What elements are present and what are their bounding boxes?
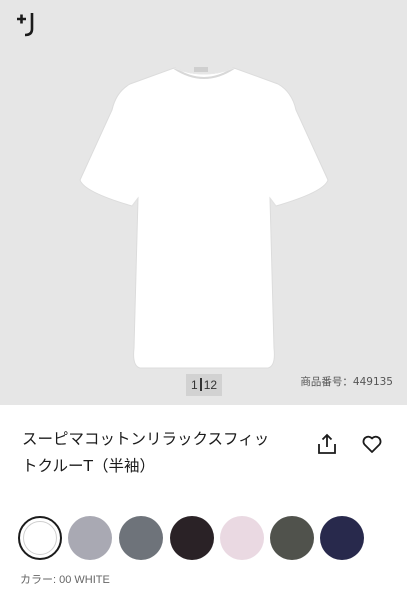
color-swatch-black[interactable] xyxy=(170,516,214,560)
product-title-area: スーピマコットンリラックスフィッ トクルーT（半袖） xyxy=(22,426,294,480)
color-swatch-olive[interactable] xyxy=(270,516,314,560)
item-number-label: 商品番号： xyxy=(300,376,353,388)
pager-separator xyxy=(199,378,202,391)
color-swatch-pink[interactable] xyxy=(220,516,264,560)
color-swatch-white[interactable] xyxy=(18,516,62,560)
item-number: 商品番号：449135 xyxy=(300,375,393,389)
color-swatch-list xyxy=(18,516,398,562)
color-swatch-navy[interactable] xyxy=(320,516,364,560)
pager-total: 12 xyxy=(203,378,218,392)
selected-color-label: カラー: 00 WHITE xyxy=(20,574,110,586)
item-number-value: 449135 xyxy=(352,376,393,388)
pager-current: 1 xyxy=(191,378,198,392)
product-title-line-1: スーピマコットンリラックスフィッ xyxy=(22,430,270,448)
image-pager: 1 12 xyxy=(186,374,223,396)
color-swatch-dark-gray[interactable] xyxy=(119,516,163,560)
share-button[interactable] xyxy=(315,432,339,456)
product-image xyxy=(79,67,329,369)
product-image-gallery[interactable]: 1 12 商品番号：449135 xyxy=(0,0,407,405)
color-swatch-gray[interactable] xyxy=(68,516,112,560)
share-icon xyxy=(318,433,336,454)
plus-j-logo-icon xyxy=(17,13,34,37)
color-swatch-white-fill xyxy=(23,521,57,555)
product-title-line-2: トクルーT（半袖） xyxy=(22,457,156,475)
heart-icon xyxy=(362,435,382,453)
favorite-button[interactable] xyxy=(360,432,384,456)
